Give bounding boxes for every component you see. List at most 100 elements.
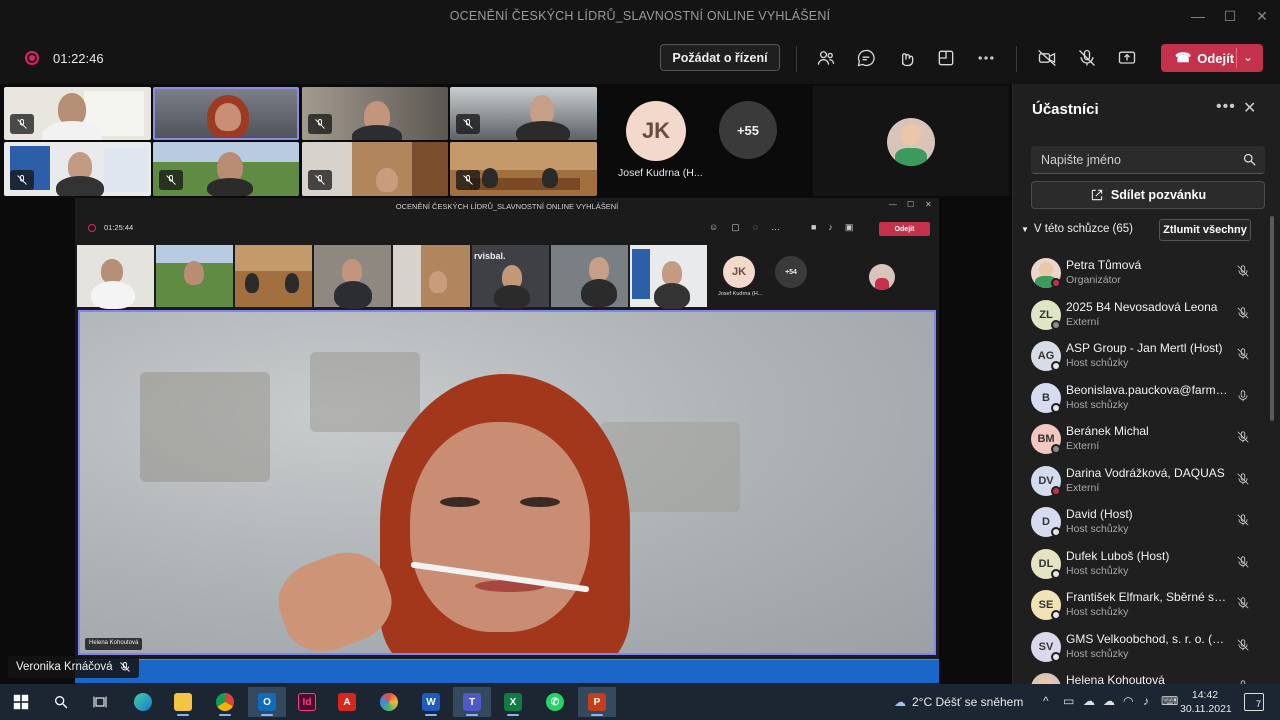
chat-icon[interactable] <box>854 46 878 70</box>
taskbar-app[interactable] <box>164 687 202 717</box>
participant-item[interactable]: B Beonislava.pauckova@farmak... Host schůz… <box>1031 379 1269 420</box>
taskbar-app[interactable]: X <box>494 687 532 717</box>
presenter-label: Veronika Krnáčová <box>8 656 139 678</box>
mute-all-button[interactable]: Ztlumit všechny <box>1159 219 1251 241</box>
video-tile[interactable] <box>450 87 597 140</box>
participant-search-input[interactable]: Napište jméno <box>1031 146 1265 174</box>
task-view-button[interactable] <box>81 687 119 717</box>
taskbar-app[interactable] <box>124 687 162 717</box>
mic-icon[interactable] <box>1236 389 1252 405</box>
mic-off-icon[interactable] <box>1236 472 1252 488</box>
powerpoint-icon: P <box>588 693 606 711</box>
volume-icon[interactable]: ♪ <box>1143 694 1149 708</box>
participant-item[interactable]: SV GMS Velkoobchod, s. r. o. (Ho... Host s… <box>1031 628 1269 669</box>
rooms-icon[interactable] <box>934 46 958 70</box>
leave-button[interactable]: ☎ Odejít ⌄ <box>1161 44 1263 72</box>
video-tile-active-speaker[interactable] <box>153 87 299 140</box>
reactions-icon[interactable] <box>894 46 918 70</box>
taskbar-app[interactable]: P <box>578 687 616 717</box>
outlook-icon: O <box>258 693 276 711</box>
participant-item[interactable]: AG ASP Group - Jan Mertl (Host) Host schůz… <box>1031 337 1269 378</box>
video-tile[interactable] <box>153 142 299 196</box>
taskbar-app[interactable]: W <box>412 687 450 717</box>
start-button[interactable] <box>2 687 40 717</box>
search-button[interactable] <box>42 687 80 717</box>
share-screen-icon[interactable] <box>1115 46 1139 70</box>
taskbar-app[interactable] <box>206 687 244 717</box>
mic-off-icon[interactable] <box>1236 638 1252 654</box>
presence-status-icon <box>1051 527 1061 537</box>
close-window-button[interactable]: ✕ <box>1244 0 1280 32</box>
folder-icon <box>174 693 192 711</box>
chevron-up-icon[interactable]: ^ <box>1043 694 1049 708</box>
onedrive-icon[interactable]: ☁ <box>1103 694 1115 708</box>
weather-widget[interactable]: ☁ 2°C Déšť se sněhem <box>894 695 1023 709</box>
close-icon[interactable]: ✕ <box>1243 98 1256 118</box>
section-header[interactable]: ▼ V této schůzce (65) <box>1021 223 1133 235</box>
toolbar-divider <box>1016 46 1017 72</box>
mic-off-icon[interactable] <box>1236 430 1252 446</box>
more-actions-icon[interactable] <box>974 46 998 70</box>
participant-item[interactable]: DL Dufek Luboš (Host) Host schůzky <box>1031 545 1269 586</box>
keyboard-icon[interactable]: ⌨ <box>1161 694 1178 708</box>
participant-item[interactable]: SE František Elfmark, Sběrné sur... Host s… <box>1031 586 1269 627</box>
participant-item[interactable]: DV Darina Vodrážková, DAQUAS Externí <box>1031 462 1269 503</box>
cloud-icon[interactable]: ☁ <box>1083 694 1095 708</box>
wifi-icon[interactable]: ◠ <box>1123 694 1133 708</box>
participant-item[interactable]: Petra Tůmová Organizátor <box>1031 254 1269 295</box>
speaker-name-chip: Helena Kohoutová <box>85 638 143 650</box>
request-control-button[interactable]: Požádat o řízení <box>660 44 780 71</box>
participant-item[interactable]: D David (Host) Host schůzky <box>1031 503 1269 544</box>
video-tile[interactable] <box>302 87 448 140</box>
people-icon[interactable] <box>814 46 838 70</box>
mic-off-icon[interactable] <box>1236 264 1252 280</box>
mic-off-icon <box>159 170 183 190</box>
leave-split-divider <box>1236 48 1237 68</box>
participant-avatar[interactable]: JK <box>626 101 686 161</box>
taskbar-app[interactable] <box>370 687 408 717</box>
pinned-tile[interactable] <box>813 86 1009 196</box>
maximize-button[interactable]: ☐ <box>1212 0 1248 32</box>
taskbar-app[interactable]: A <box>328 687 366 717</box>
acrobat-icon: A <box>338 693 356 711</box>
mic-off-icon[interactable] <box>1236 306 1252 322</box>
share-invite-label: Sdílet pozvánku <box>1110 188 1207 202</box>
share-invite-button[interactable]: Sdílet pozvánku <box>1031 181 1265 209</box>
shared-recording-icon <box>88 224 96 232</box>
panel-scrollbar[interactable] <box>1270 216 1274 421</box>
chevron-down-icon: ▼ <box>1021 224 1029 234</box>
mic-off-icon <box>119 662 130 672</box>
participant-name: Josef Kudrna (H... <box>618 167 703 179</box>
mic-off-icon[interactable] <box>1236 347 1252 363</box>
notification-center-button[interactable]: 7 <box>1244 693 1264 711</box>
network-icon[interactable]: ▭ <box>1063 694 1074 708</box>
shared-media-icons: ■♪▣ <box>811 222 866 232</box>
participant-item[interactable]: ZL 2025 B4 Nevosadová Leona Externí <box>1031 296 1269 337</box>
presence-status-icon <box>1051 485 1061 496</box>
camera-off-icon[interactable] <box>1035 46 1059 70</box>
video-tile[interactable] <box>4 142 151 196</box>
participant-item[interactable]: BM Beránek Michal Externí <box>1031 420 1269 461</box>
taskbar-app[interactable]: T <box>453 687 491 717</box>
mic-off-icon[interactable] <box>1236 555 1252 571</box>
taskbar-app[interactable]: Id <box>288 687 326 717</box>
mic-off-icon[interactable] <box>1075 46 1099 70</box>
mic-off-icon[interactable] <box>1236 513 1252 529</box>
participant-name: Darina Vodrážková, DAQUAS <box>1066 465 1225 480</box>
mic-off-icon <box>456 170 480 190</box>
avatar-initials: DL <box>1038 557 1054 570</box>
mic-off-icon[interactable] <box>1236 596 1252 612</box>
video-tile[interactable] <box>450 142 597 196</box>
taskbar-app[interactable]: O <box>248 687 286 717</box>
participant-name: Beonislava.pauckova@farmak... <box>1066 382 1229 397</box>
taskbar-app[interactable]: ✆ <box>536 687 574 717</box>
participant-role: Externí <box>1066 481 1100 494</box>
video-tile[interactable] <box>302 142 448 196</box>
video-tile[interactable] <box>4 87 151 140</box>
clock[interactable]: 14:42 30.11.2021 <box>1180 688 1232 716</box>
more-options-icon[interactable]: ••• <box>1216 98 1236 116</box>
more-participants-button[interactable]: +55 <box>719 101 777 159</box>
avatar-initials: DV <box>1038 474 1054 487</box>
chevron-down-icon[interactable]: ⌄ <box>1243 50 1253 64</box>
minimize-button[interactable]: — <box>1180 0 1216 32</box>
